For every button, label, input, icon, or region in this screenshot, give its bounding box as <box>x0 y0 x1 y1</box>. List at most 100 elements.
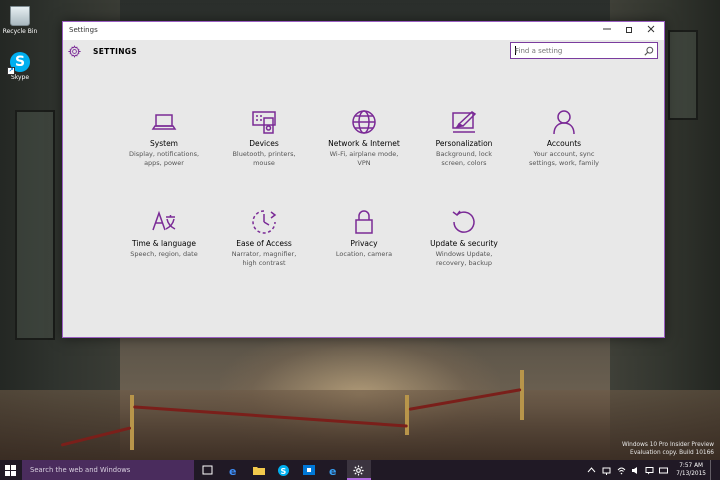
update-icon <box>452 210 475 233</box>
wallpaper-post <box>130 395 134 450</box>
description-line: Narrator, magnifier, <box>231 250 297 258</box>
start-button[interactable] <box>0 460 22 480</box>
category-name: Privacy <box>350 239 378 248</box>
description-line: VPN <box>357 159 371 167</box>
maximize-button[interactable] <box>618 22 640 40</box>
description-line: Wi-Fi, airplane mode, <box>329 150 399 158</box>
category-description: Wi-Fi, airplane mode, VPN <box>314 150 414 168</box>
category-name: Network & Internet <box>328 139 400 148</box>
message-icon[interactable] <box>645 466 654 475</box>
recycle-bin-icon <box>10 6 30 26</box>
category-description: Location, camera <box>314 250 414 259</box>
search-box[interactable] <box>510 42 658 59</box>
close-button[interactable] <box>640 22 662 40</box>
clock-time: 7:57 AM <box>679 463 704 469</box>
description-line: Background, lock <box>435 150 493 158</box>
category-personalization[interactable]: Personalization Background, lock screen,… <box>414 108 514 182</box>
clock-date: 7/13/2015 <box>676 471 706 477</box>
svg-text:S: S <box>281 467 287 476</box>
keyboard-icon[interactable] <box>659 466 668 475</box>
taskbar: Search the web and Windows e S e 7:57 AM… <box>0 460 720 480</box>
desktop-icon-skype[interactable]: S ↗ Skype <box>0 52 40 81</box>
title-bar[interactable]: Settings <box>63 22 664 40</box>
store-icon <box>303 465 315 475</box>
globe-icon <box>352 110 376 134</box>
watermark-line: Evaluation copy. Build 10166 <box>630 450 714 456</box>
maximize-icon <box>626 27 632 33</box>
category-description: Display, notifications, apps, power <box>114 150 214 168</box>
category-privacy[interactable]: Privacy Location, camera <box>314 208 414 282</box>
category-network-internet[interactable]: Network & Internet Wi-Fi, airplane mode,… <box>314 108 414 182</box>
category-name: Devices <box>249 139 279 148</box>
category-description: Narrator, magnifier, high contrast <box>214 250 314 268</box>
wallpaper-floor <box>0 390 720 460</box>
category-system[interactable]: System Display, notifications, apps, pow… <box>114 108 214 182</box>
category-description: Windows Update, recovery, backup <box>414 250 514 268</box>
taskbar-app-skype[interactable]: S <box>272 460 296 480</box>
category-name: Update & security <box>430 239 498 248</box>
ie-icon: e <box>329 465 336 476</box>
category-update-security[interactable]: Update & security Windows Update, recove… <box>414 208 514 282</box>
category-accounts[interactable]: Accounts Your account, sync settings, wo… <box>514 108 614 182</box>
clock[interactable]: 7:57 AM 7/13/2015 <box>676 462 706 478</box>
category-time-language[interactable]: Time & language Speech, region, date <box>114 208 214 282</box>
task-view-icon <box>202 465 213 475</box>
description-line: apps, power <box>144 159 184 167</box>
search-icon[interactable] <box>644 46 654 56</box>
description-line: settings, work, family <box>529 159 599 167</box>
taskbar-app-internet-explorer[interactable]: e <box>322 460 346 480</box>
category-name: Accounts <box>546 139 582 148</box>
description-line: recovery, backup <box>435 259 493 267</box>
time-language-icon <box>152 210 176 231</box>
description-line: Location, camera <box>335 250 393 258</box>
taskbar-app-file-explorer[interactable] <box>247 460 271 480</box>
settings-header: SETTINGS <box>63 40 664 66</box>
up-arrow-icon[interactable] <box>587 466 596 475</box>
page-title: SETTINGS <box>93 47 137 56</box>
description-line: Windows Update, <box>435 250 493 258</box>
description-line: Bluetooth, printers, <box>232 150 296 158</box>
windows-logo-icon <box>5 465 16 476</box>
edge-icon: e <box>229 465 236 476</box>
description-line: high contrast <box>242 259 286 267</box>
taskbar-search-placeholder: Search the web and Windows <box>30 466 131 474</box>
volume-icon[interactable] <box>631 466 640 475</box>
wallpaper-post <box>520 370 524 420</box>
description-line: mouse <box>253 159 275 167</box>
wallpaper-window <box>668 30 698 120</box>
taskbar-app-settings[interactable] <box>347 460 371 480</box>
category-name: System <box>150 139 178 148</box>
network-icon[interactable] <box>602 466 611 475</box>
skype-icon: S ↗ <box>7 52 30 75</box>
search-input[interactable] <box>511 43 641 58</box>
category-name: Personalization <box>435 139 493 148</box>
category-description: Speech, region, date <box>114 250 214 259</box>
desktop-icon-recycle-bin[interactable]: Recycle Bin <box>0 6 40 35</box>
description-line: Your account, sync <box>533 150 595 158</box>
wallpaper-window <box>15 110 55 340</box>
task-view-button[interactable] <box>196 460 220 480</box>
minimize-button[interactable] <box>596 22 618 40</box>
ease-of-access-icon <box>252 210 277 234</box>
laptop-icon <box>151 114 177 130</box>
settings-icon <box>353 465 364 476</box>
gear-icon <box>68 45 81 58</box>
person-icon <box>553 110 575 135</box>
category-devices[interactable]: Devices Bluetooth, printers, mouse <box>214 108 314 182</box>
shortcut-arrow-icon: ↗ <box>7 67 15 75</box>
taskbar-app-edge[interactable]: e <box>222 460 246 480</box>
close-icon <box>647 25 655 33</box>
wifi-icon[interactable] <box>617 466 626 475</box>
settings-window: Settings SETTINGS Find a setting System … <box>62 21 665 338</box>
taskbar-app-store[interactable] <box>297 460 321 480</box>
window-title: Settings <box>69 26 98 34</box>
desktop-icon-label: Skype <box>10 74 30 81</box>
category-description: Your account, sync settings, work, famil… <box>514 150 614 168</box>
description-line: screen, colors <box>441 159 487 167</box>
category-name: Time & language <box>132 239 196 248</box>
category-ease-of-access[interactable]: Ease of Access Narrator, magnifier, high… <box>214 208 314 282</box>
svg-text:e: e <box>229 465 236 476</box>
paintbrush-icon <box>452 111 477 133</box>
show-desktop-button[interactable] <box>710 460 720 480</box>
taskbar-search-box[interactable]: Search the web and Windows <box>22 460 194 480</box>
